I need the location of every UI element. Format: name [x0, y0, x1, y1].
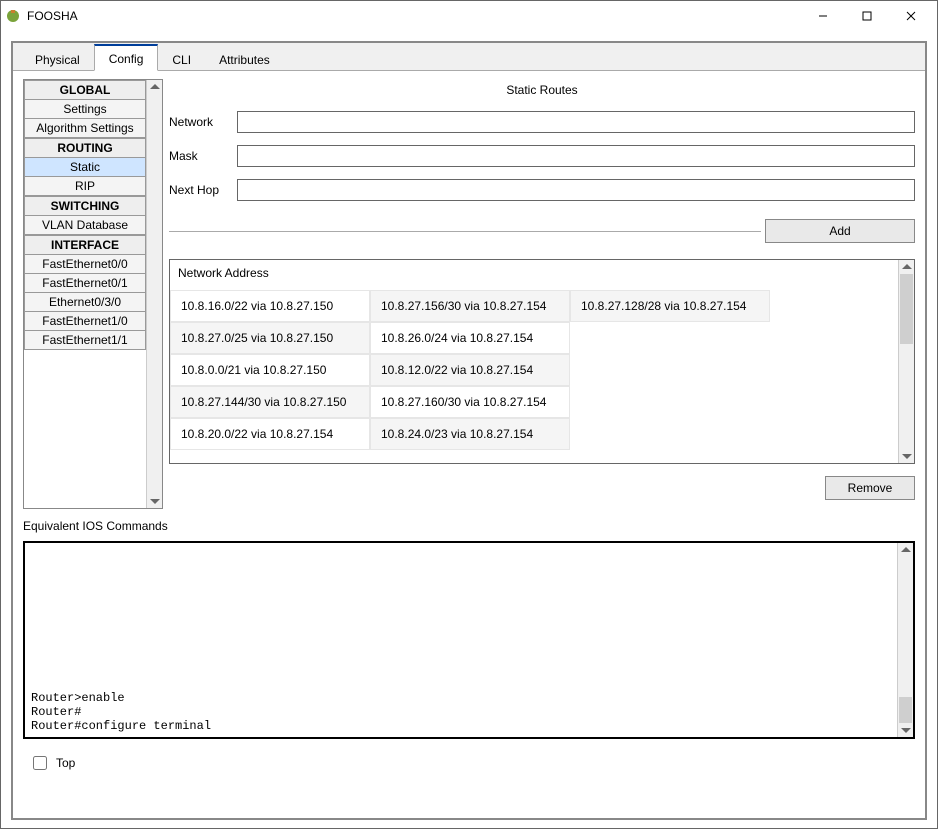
top-checkbox[interactable] [33, 756, 47, 770]
route-entry[interactable]: 10.8.27.160/30 via 10.8.27.154 [370, 386, 570, 418]
route-entry[interactable]: 10.8.12.0/22 via 10.8.27.154 [370, 354, 570, 386]
divider [169, 231, 761, 232]
tab-cli[interactable]: CLI [158, 47, 205, 71]
config-panel: Static Routes Network Mask Next Hop [169, 79, 915, 509]
route-entry[interactable]: 10.8.27.144/30 via 10.8.27.150 [170, 386, 370, 418]
sidebar-section-routing: ROUTING [24, 138, 146, 158]
route-entry[interactable]: 10.8.20.0/22 via 10.8.27.154 [170, 418, 370, 450]
sidebar-item-static[interactable]: Static [24, 158, 146, 177]
network-label: Network [169, 115, 229, 129]
titlebar: FOOSHA [1, 1, 937, 31]
route-entry[interactable]: 10.8.26.0/24 via 10.8.27.154 [370, 322, 570, 354]
mask-input[interactable] [237, 145, 915, 167]
route-entry[interactable]: 10.8.27.0/25 via 10.8.27.150 [170, 322, 370, 354]
ios-output[interactable]: Router>enable Router# Router#configure t… [25, 543, 897, 737]
ios-label: Equivalent IOS Commands [23, 519, 915, 533]
tab-physical[interactable]: Physical [21, 47, 94, 71]
sidebar-item-fastethernet0-0[interactable]: FastEthernet0/0 [24, 255, 146, 274]
top-label: Top [56, 756, 75, 770]
sidebar-item-rip[interactable]: RIP [24, 177, 146, 196]
network-input[interactable] [237, 111, 915, 133]
routes-header: Network Address [170, 260, 898, 290]
nexthop-input[interactable] [237, 179, 915, 201]
footer: Top [23, 745, 915, 777]
minimize-button[interactable] [801, 1, 845, 31]
sidebar: GLOBALSettingsAlgorithm SettingsROUTINGS… [23, 79, 163, 509]
sidebar-item-vlan-database[interactable]: VLAN Database [24, 216, 146, 235]
add-button[interactable]: Add [765, 219, 915, 243]
route-entry[interactable]: 10.8.27.156/30 via 10.8.27.154 [370, 290, 570, 322]
remove-button[interactable]: Remove [825, 476, 915, 500]
panel-title: Static Routes [169, 79, 915, 105]
ios-scrollbar[interactable] [897, 543, 913, 737]
sidebar-item-settings[interactable]: Settings [24, 100, 146, 119]
sidebar-item-fastethernet0-1[interactable]: FastEthernet0/1 [24, 274, 146, 293]
app-window: FOOSHA PhysicalConfigCLIAttributes GLOBA… [0, 0, 938, 829]
routes-scrollbar[interactable] [898, 260, 914, 463]
window-title: FOOSHA [27, 9, 801, 23]
sidebar-scrollbar[interactable] [146, 80, 162, 508]
sidebar-item-fastethernet1-0[interactable]: FastEthernet1/0 [24, 312, 146, 331]
sidebar-section-global: GLOBAL [24, 80, 146, 100]
route-entry[interactable]: 10.8.0.0/21 via 10.8.27.150 [170, 354, 370, 386]
route-entry[interactable]: 10.8.24.0/23 via 10.8.27.154 [370, 418, 570, 450]
app-icon [5, 8, 21, 24]
sidebar-section-switching: SWITCHING [24, 196, 146, 216]
nexthop-label: Next Hop [169, 183, 229, 197]
sidebar-item-fastethernet1-1[interactable]: FastEthernet1/1 [24, 331, 146, 350]
tab-attributes[interactable]: Attributes [205, 47, 284, 71]
sidebar-section-interface: INTERFACE [24, 235, 146, 255]
sidebar-item-ethernet0-3-0[interactable]: Ethernet0/3/0 [24, 293, 146, 312]
maximize-button[interactable] [845, 1, 889, 31]
tab-config[interactable]: Config [94, 44, 159, 71]
close-button[interactable] [889, 1, 933, 31]
tab-bar: PhysicalConfigCLIAttributes [13, 43, 925, 71]
routes-list: Network Address 10.8.16.0/22 via 10.8.27… [169, 259, 915, 464]
route-entry[interactable]: 10.8.16.0/22 via 10.8.27.150 [170, 290, 370, 322]
mask-label: Mask [169, 149, 229, 163]
content-frame: PhysicalConfigCLIAttributes GLOBALSettin… [11, 41, 927, 820]
sidebar-item-algorithm-settings[interactable]: Algorithm Settings [24, 119, 146, 138]
route-entry[interactable]: 10.8.27.128/28 via 10.8.27.154 [570, 290, 770, 322]
ios-commands-box: Router>enable Router# Router#configure t… [23, 541, 915, 739]
